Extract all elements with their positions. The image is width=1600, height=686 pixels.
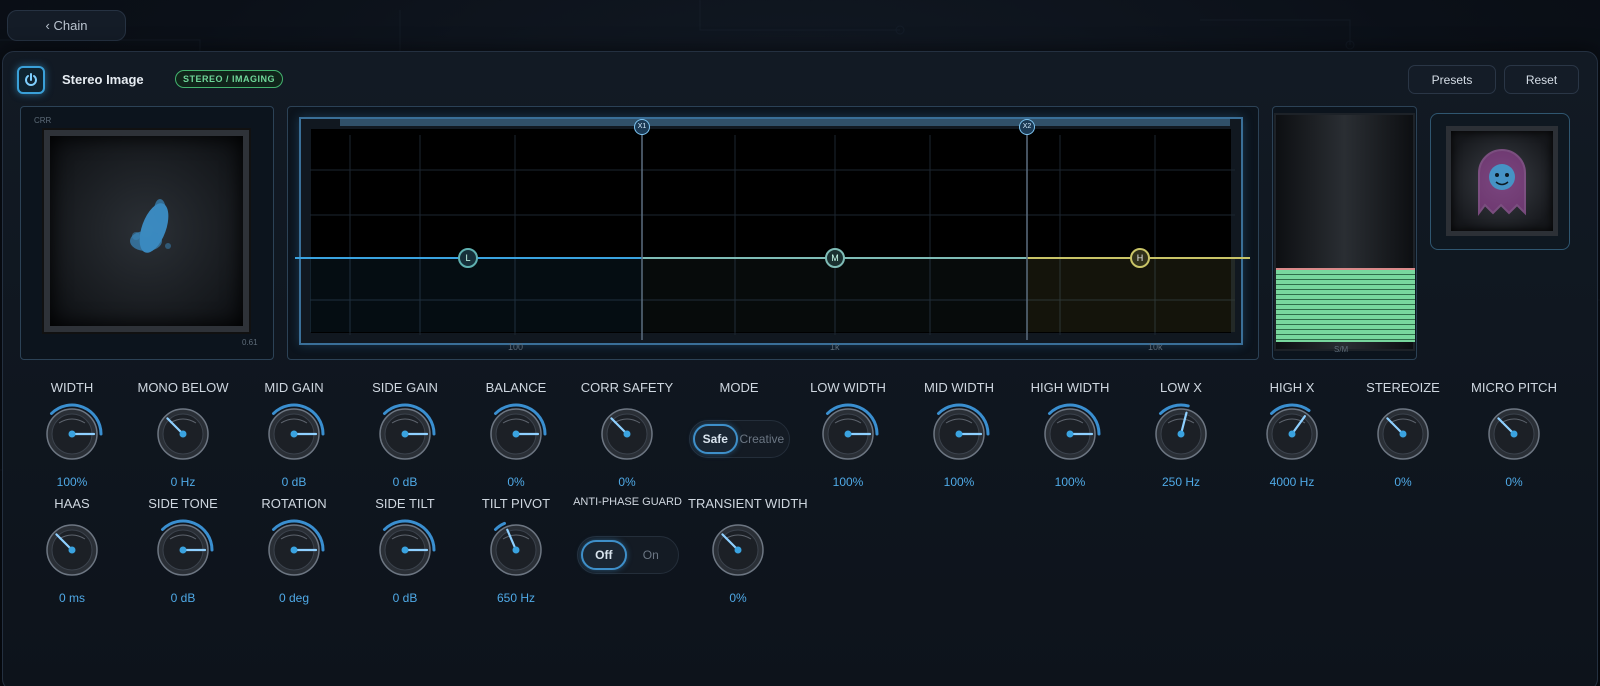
corr-safety-knob-label: CORR SAFETY	[580, 380, 674, 395]
corr-safety-knob[interactable]	[592, 399, 662, 469]
side-gain-knob-label: SIDE GAIN	[372, 380, 438, 395]
mono-below-knob-cell: MONO BELOW 0 Hz	[133, 380, 233, 489]
side-tilt-knob-cell: SIDE TILT 0 dB	[355, 496, 455, 605]
micro-pitch-knob-cell: MICRO PITCH 0%	[1464, 380, 1564, 489]
mid-gain-knob-value: 0 dB	[281, 475, 307, 489]
ghost-icon	[1478, 149, 1526, 216]
high-x-knob-cell: HIGH X 4000 Hz	[1242, 380, 1342, 489]
mid-width-knob-label: MID WIDTH	[923, 380, 995, 395]
side-tone-knob-cell: SIDE TONE 0 dB	[133, 496, 233, 605]
tilt-pivot-knob[interactable]	[481, 515, 551, 585]
tilt-pivot-knob-cell: TILT PIVOT 650 Hz	[466, 496, 566, 605]
mode-toggle[interactable]: Safe Creative	[689, 420, 790, 458]
haas-knob[interactable]	[37, 515, 107, 585]
high-width-knob-label: HIGH WIDTH	[1030, 380, 1110, 395]
side-gain-knob[interactable]	[370, 399, 440, 469]
low-x-knob-cell: LOW X 250 Hz	[1131, 380, 1231, 489]
balance-knob-label: BALANCE	[485, 380, 547, 395]
tilt-pivot-knob-value: 650 Hz	[496, 591, 536, 605]
anti-phase-guard-toggle[interactable]: Off On	[577, 536, 679, 574]
rotation-knob-label: ROTATION	[261, 496, 327, 511]
low-band-region	[310, 258, 642, 332]
haas-knob-value: 0 ms	[58, 591, 85, 605]
low-width-knob-value: 100%	[832, 475, 864, 489]
mascot-display	[1446, 126, 1558, 236]
rotation-knob-cell: ROTATION 0 deg	[244, 496, 344, 605]
tilt-pivot-knob-label: TILT PIVOT	[481, 496, 551, 511]
mono-below-knob[interactable]	[148, 399, 218, 469]
haas-knob-cell: HAAS 0 ms	[22, 496, 122, 605]
high-width-knob-value: 100%	[1054, 475, 1086, 489]
low-width-knob[interactable]	[813, 399, 883, 469]
transient-width-knob-label: TRANSIENT WIDTH	[688, 496, 808, 511]
width-knob-value: 100%	[56, 475, 88, 489]
anti-phase-off-option[interactable]: Off	[581, 540, 627, 570]
high-width-knob[interactable]	[1035, 399, 1105, 469]
mid-width-knob[interactable]	[924, 399, 994, 469]
mid-gain-knob-label: MID GAIN	[264, 380, 324, 395]
freq-label-1k: 1k	[830, 342, 840, 352]
mid-gain-knob-cell: MID GAIN 0 dB	[244, 380, 344, 489]
mid-width-knob-cell: MID WIDTH 100%	[909, 380, 1009, 489]
high-x-knob-value: 4000 Hz	[1269, 475, 1315, 489]
side-tone-knob[interactable]	[148, 515, 218, 585]
transient-width-knob-value: 0%	[729, 591, 747, 605]
rotation-knob-value: 0 deg	[278, 591, 310, 605]
micro-pitch-knob-label: MICRO PITCH	[1471, 380, 1557, 395]
side-tilt-knob-value: 0 dB	[392, 591, 418, 605]
side-tone-knob-value: 0 dB	[170, 591, 196, 605]
balance-knob-value: 0%	[507, 475, 525, 489]
low-width-knob-cell: LOW WIDTH 100%	[798, 380, 898, 489]
low-band-handle[interactable]: L	[458, 248, 478, 268]
side-gain-knob-value: 0 dB	[392, 475, 418, 489]
transient-width-knob[interactable]	[703, 515, 773, 585]
side-gain-knob-cell: SIDE GAIN 0 dB	[355, 380, 455, 489]
anti-phase-guard-label: ANTI-PHASE GUARD	[573, 496, 682, 508]
mid-band-region	[642, 258, 1027, 332]
corr-safety-knob-value: 0%	[618, 475, 636, 489]
high-width-knob-cell: HIGH WIDTH 100%	[1020, 380, 1120, 489]
crossover-x2-handle[interactable]: X2	[1019, 119, 1035, 135]
corr-safety-knob-cell: CORR SAFETY 0%	[577, 380, 677, 489]
haas-knob-label: HAAS	[54, 496, 90, 511]
mid-width-knob-value: 100%	[943, 475, 975, 489]
micro-pitch-knob-value: 0%	[1505, 475, 1523, 489]
crossover-x1-handle[interactable]: X1	[634, 119, 650, 135]
width-knob-cell: WIDTH 100%	[22, 380, 122, 489]
low-x-knob-label: LOW X	[1160, 380, 1202, 395]
freq-label-10k: 10k	[1148, 342, 1163, 352]
width-knob-label: WIDTH	[50, 380, 94, 395]
balance-knob[interactable]	[481, 399, 551, 469]
side-mid-meter-fill	[1276, 268, 1415, 342]
stereoize-knob-label: STEREOIZE	[1366, 380, 1440, 395]
side-tone-knob-label: SIDE TONE	[148, 496, 218, 511]
width-knob[interactable]	[37, 399, 107, 469]
micro-pitch-knob[interactable]	[1479, 399, 1549, 469]
balance-knob-cell: BALANCE 0%	[466, 380, 566, 489]
mode-safe-option[interactable]: Safe	[693, 424, 738, 454]
side-tilt-knob-label: SIDE TILT	[375, 496, 435, 511]
high-band-handle[interactable]: H	[1130, 248, 1150, 268]
low-x-knob-value: 250 Hz	[1161, 475, 1201, 489]
low-width-knob-label: LOW WIDTH	[810, 380, 886, 395]
mid-band-handle[interactable]: M	[825, 248, 845, 268]
low-x-knob[interactable]	[1146, 399, 1216, 469]
mid-gain-knob[interactable]	[259, 399, 329, 469]
high-band-region	[1027, 258, 1235, 332]
side-tilt-knob[interactable]	[370, 515, 440, 585]
stereoize-knob[interactable]	[1368, 399, 1438, 469]
mode-label: MODE	[719, 380, 759, 395]
meter-label: S/M	[1334, 345, 1349, 354]
mode-creative-option[interactable]: Creative	[738, 424, 786, 454]
mono-below-knob-label: MONO BELOW	[137, 380, 229, 395]
stereoize-knob-cell: STEREOIZE 0%	[1353, 380, 1453, 489]
freq-label-100: 100	[508, 342, 524, 352]
stereoize-knob-value: 0%	[1394, 475, 1412, 489]
high-x-knob-label: HIGH X	[1269, 380, 1315, 395]
mono-below-knob-value: 0 Hz	[170, 475, 196, 489]
transient-width-knob-cell: TRANSIENT WIDTH 0%	[688, 496, 808, 605]
rotation-knob[interactable]	[259, 515, 329, 585]
high-x-knob[interactable]	[1257, 399, 1327, 469]
anti-phase-on-option[interactable]: On	[627, 540, 675, 570]
